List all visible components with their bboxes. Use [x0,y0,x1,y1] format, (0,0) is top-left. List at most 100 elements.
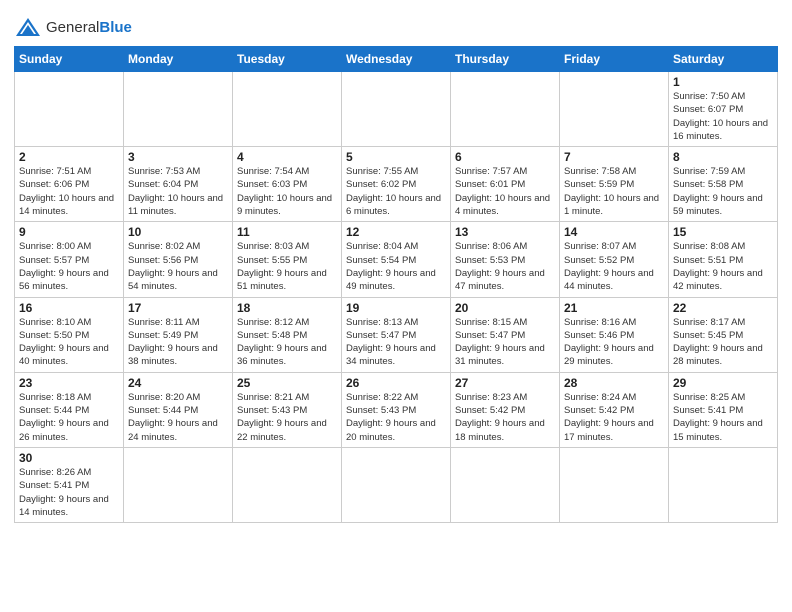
logo: GeneralBlue [14,16,132,38]
generalblue-logo-icon [14,16,42,38]
calendar-day-cell: 20Sunrise: 8:15 AM Sunset: 5:47 PM Dayli… [451,297,560,372]
day-number: 1 [673,75,773,89]
day-info: Sunrise: 8:03 AM Sunset: 5:55 PM Dayligh… [237,240,337,293]
day-info: Sunrise: 8:00 AM Sunset: 5:57 PM Dayligh… [19,240,119,293]
day-number: 20 [455,301,555,315]
day-number: 6 [455,150,555,164]
calendar-day-cell: 11Sunrise: 8:03 AM Sunset: 5:55 PM Dayli… [233,222,342,297]
day-number: 29 [673,376,773,390]
calendar-day-cell: 9Sunrise: 8:00 AM Sunset: 5:57 PM Daylig… [15,222,124,297]
day-number: 30 [19,451,119,465]
day-number: 14 [564,225,664,239]
day-number: 15 [673,225,773,239]
calendar-day-cell: 7Sunrise: 7:58 AM Sunset: 5:59 PM Daylig… [560,147,669,222]
page: GeneralBlue Sunday Monday Tuesday Wednes… [0,0,792,612]
day-number: 25 [237,376,337,390]
day-info: Sunrise: 8:02 AM Sunset: 5:56 PM Dayligh… [128,240,228,293]
header-friday: Friday [560,47,669,72]
calendar-week-row: 16Sunrise: 8:10 AM Sunset: 5:50 PM Dayli… [15,297,778,372]
logo-blue: Blue [99,19,132,36]
day-info: Sunrise: 8:21 AM Sunset: 5:43 PM Dayligh… [237,391,337,444]
day-number: 21 [564,301,664,315]
calendar-day-cell: 10Sunrise: 8:02 AM Sunset: 5:56 PM Dayli… [124,222,233,297]
day-number: 5 [346,150,446,164]
calendar-day-cell: 28Sunrise: 8:24 AM Sunset: 5:42 PM Dayli… [560,372,669,447]
calendar-day-cell: 30Sunrise: 8:26 AM Sunset: 5:41 PM Dayli… [15,447,124,522]
weekday-header-row: Sunday Monday Tuesday Wednesday Thursday… [15,47,778,72]
day-info: Sunrise: 8:04 AM Sunset: 5:54 PM Dayligh… [346,240,446,293]
day-number: 22 [673,301,773,315]
day-number: 23 [19,376,119,390]
calendar-day-cell: 6Sunrise: 7:57 AM Sunset: 6:01 PM Daylig… [451,147,560,222]
day-info: Sunrise: 8:22 AM Sunset: 5:43 PM Dayligh… [346,391,446,444]
logo-general: GeneralBlue [46,19,132,36]
calendar-day-cell [124,447,233,522]
day-info: Sunrise: 7:59 AM Sunset: 5:58 PM Dayligh… [673,165,773,218]
day-info: Sunrise: 8:17 AM Sunset: 5:45 PM Dayligh… [673,316,773,369]
calendar-day-cell: 12Sunrise: 8:04 AM Sunset: 5:54 PM Dayli… [342,222,451,297]
day-number: 27 [455,376,555,390]
calendar-day-cell [342,72,451,147]
calendar-day-cell [451,72,560,147]
calendar-day-cell [233,72,342,147]
day-info: Sunrise: 8:08 AM Sunset: 5:51 PM Dayligh… [673,240,773,293]
calendar-day-cell: 2Sunrise: 7:51 AM Sunset: 6:06 PM Daylig… [15,147,124,222]
day-info: Sunrise: 8:16 AM Sunset: 5:46 PM Dayligh… [564,316,664,369]
day-info: Sunrise: 7:55 AM Sunset: 6:02 PM Dayligh… [346,165,446,218]
calendar-day-cell: 27Sunrise: 8:23 AM Sunset: 5:42 PM Dayli… [451,372,560,447]
day-number: 12 [346,225,446,239]
day-number: 17 [128,301,228,315]
calendar-day-cell [124,72,233,147]
day-info: Sunrise: 8:18 AM Sunset: 5:44 PM Dayligh… [19,391,119,444]
calendar-day-cell [451,447,560,522]
calendar-day-cell: 22Sunrise: 8:17 AM Sunset: 5:45 PM Dayli… [669,297,778,372]
day-number: 2 [19,150,119,164]
calendar-day-cell: 15Sunrise: 8:08 AM Sunset: 5:51 PM Dayli… [669,222,778,297]
calendar-day-cell: 25Sunrise: 8:21 AM Sunset: 5:43 PM Dayli… [233,372,342,447]
day-info: Sunrise: 7:53 AM Sunset: 6:04 PM Dayligh… [128,165,228,218]
calendar-day-cell: 24Sunrise: 8:20 AM Sunset: 5:44 PM Dayli… [124,372,233,447]
calendar-day-cell: 19Sunrise: 8:13 AM Sunset: 5:47 PM Dayli… [342,297,451,372]
calendar: Sunday Monday Tuesday Wednesday Thursday… [14,46,778,523]
calendar-day-cell: 3Sunrise: 7:53 AM Sunset: 6:04 PM Daylig… [124,147,233,222]
logo-text: GeneralBlue [46,19,132,36]
day-info: Sunrise: 8:25 AM Sunset: 5:41 PM Dayligh… [673,391,773,444]
day-number: 3 [128,150,228,164]
day-info: Sunrise: 8:23 AM Sunset: 5:42 PM Dayligh… [455,391,555,444]
calendar-day-cell: 16Sunrise: 8:10 AM Sunset: 5:50 PM Dayli… [15,297,124,372]
day-number: 11 [237,225,337,239]
day-info: Sunrise: 8:06 AM Sunset: 5:53 PM Dayligh… [455,240,555,293]
calendar-day-cell: 17Sunrise: 8:11 AM Sunset: 5:49 PM Dayli… [124,297,233,372]
day-info: Sunrise: 7:58 AM Sunset: 5:59 PM Dayligh… [564,165,664,218]
day-info: Sunrise: 8:10 AM Sunset: 5:50 PM Dayligh… [19,316,119,369]
calendar-day-cell: 14Sunrise: 8:07 AM Sunset: 5:52 PM Dayli… [560,222,669,297]
calendar-day-cell: 8Sunrise: 7:59 AM Sunset: 5:58 PM Daylig… [669,147,778,222]
day-info: Sunrise: 8:20 AM Sunset: 5:44 PM Dayligh… [128,391,228,444]
day-number: 9 [19,225,119,239]
day-number: 16 [19,301,119,315]
calendar-day-cell: 26Sunrise: 8:22 AM Sunset: 5:43 PM Dayli… [342,372,451,447]
calendar-week-row: 2Sunrise: 7:51 AM Sunset: 6:06 PM Daylig… [15,147,778,222]
header-wednesday: Wednesday [342,47,451,72]
day-info: Sunrise: 8:13 AM Sunset: 5:47 PM Dayligh… [346,316,446,369]
day-info: Sunrise: 8:07 AM Sunset: 5:52 PM Dayligh… [564,240,664,293]
calendar-day-cell [669,447,778,522]
calendar-day-cell [560,447,669,522]
calendar-day-cell: 13Sunrise: 8:06 AM Sunset: 5:53 PM Dayli… [451,222,560,297]
day-number: 10 [128,225,228,239]
day-info: Sunrise: 8:15 AM Sunset: 5:47 PM Dayligh… [455,316,555,369]
calendar-day-cell [342,447,451,522]
day-info: Sunrise: 8:26 AM Sunset: 5:41 PM Dayligh… [19,466,119,519]
header-thursday: Thursday [451,47,560,72]
calendar-day-cell: 18Sunrise: 8:12 AM Sunset: 5:48 PM Dayli… [233,297,342,372]
calendar-day-cell [233,447,342,522]
day-info: Sunrise: 7:50 AM Sunset: 6:07 PM Dayligh… [673,90,773,143]
day-number: 8 [673,150,773,164]
day-info: Sunrise: 8:12 AM Sunset: 5:48 PM Dayligh… [237,316,337,369]
calendar-week-row: 23Sunrise: 8:18 AM Sunset: 5:44 PM Dayli… [15,372,778,447]
day-info: Sunrise: 7:51 AM Sunset: 6:06 PM Dayligh… [19,165,119,218]
calendar-day-cell: 23Sunrise: 8:18 AM Sunset: 5:44 PM Dayli… [15,372,124,447]
header-monday: Monday [124,47,233,72]
calendar-day-cell: 4Sunrise: 7:54 AM Sunset: 6:03 PM Daylig… [233,147,342,222]
day-number: 13 [455,225,555,239]
